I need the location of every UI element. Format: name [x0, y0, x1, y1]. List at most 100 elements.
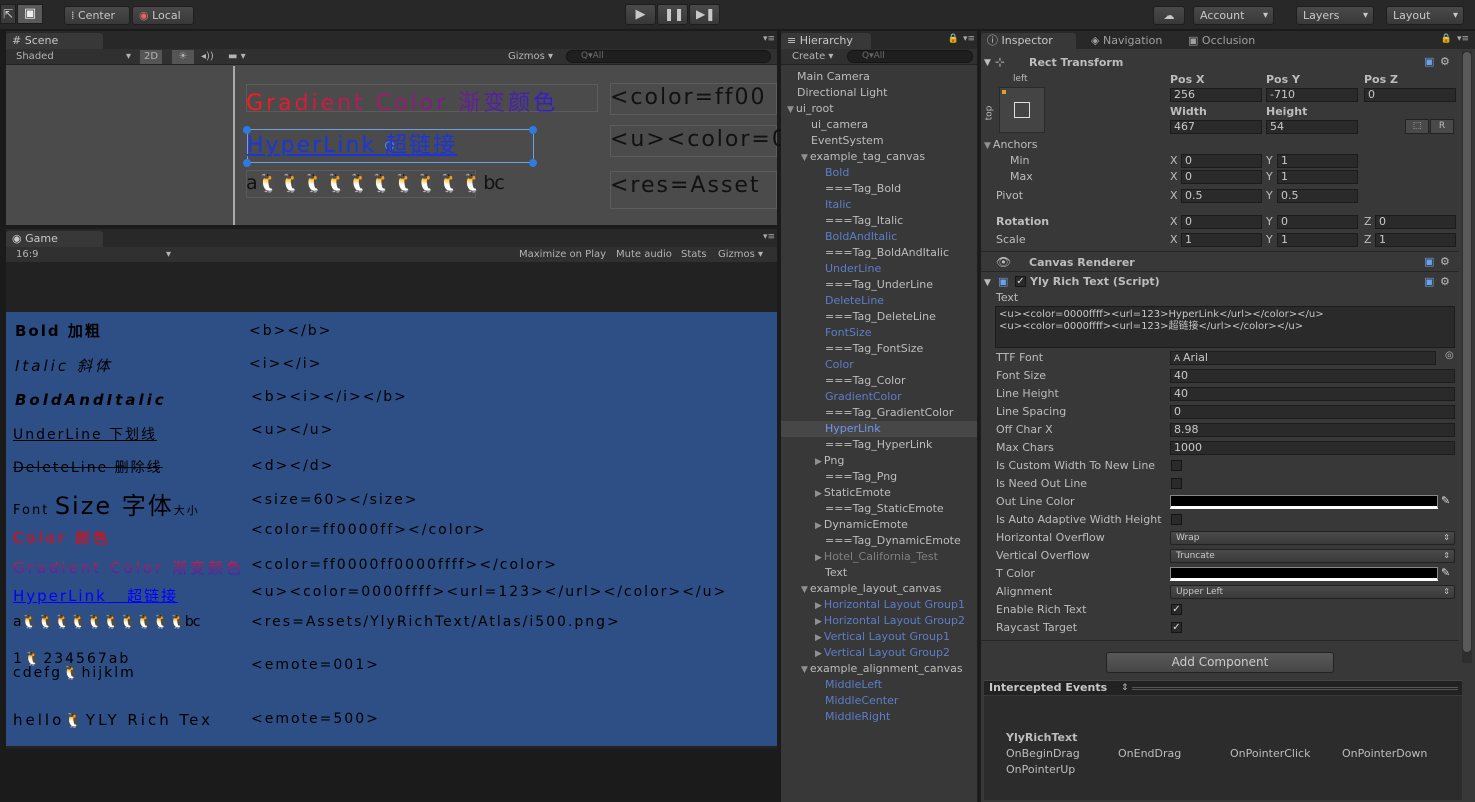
tab-game[interactable]: ◉ Game: [6, 231, 103, 247]
hierarchy-item[interactable]: MiddleLeft: [781, 677, 977, 693]
inspector-lock-icon[interactable]: 🔒: [1441, 34, 1452, 44]
hierarchy-item[interactable]: ===Tag_HyperLink: [781, 437, 977, 453]
hierarchy-item[interactable]: ▶ Horizontal Layout Group2: [781, 613, 977, 630]
help-icon[interactable]: ▣: [1424, 54, 1434, 70]
panel-menu-icon[interactable]: ▾≡: [763, 34, 775, 44]
rect-tool-icon[interactable]: ▣: [17, 4, 43, 24]
hierarchy-item[interactable]: ===Tag_Bold: [781, 181, 977, 197]
hierarchy-item[interactable]: ▶ Horizontal Layout Group1: [781, 597, 977, 614]
hierarchy-item[interactable]: Main Camera: [781, 69, 977, 85]
hierarchy-item[interactable]: FontSize: [781, 325, 977, 341]
script-help-icon[interactable]: ▣: [1424, 274, 1434, 290]
hierarchy-item[interactable]: ===Tag_GradientColor: [781, 405, 977, 421]
hierarchy-item[interactable]: DeleteLine: [781, 293, 977, 309]
collapse-arrow-icon[interactable]: ▶: [815, 601, 822, 611]
script-fold-icon[interactable]: ▼: [984, 275, 991, 291]
mute-audio-toggle[interactable]: Mute audio: [616, 247, 672, 263]
hierarchy-item[interactable]: ===Tag_Italic: [781, 213, 977, 229]
hierarchy-item[interactable]: ▶ Vertical Layout Group1: [781, 629, 977, 646]
add-component-button[interactable]: Add Component: [1106, 652, 1334, 673]
scrollbar-thumb[interactable]: [1463, 52, 1471, 652]
text-area[interactable]: <u><color=0000ffff><url=123>HyperLink</u…: [995, 306, 1455, 348]
game-gizmos-dropdown[interactable]: Gizmos ▾: [718, 247, 763, 263]
property-field[interactable]: 40: [1170, 369, 1455, 383]
property-select[interactable]: Truncate ⇕: [1170, 549, 1455, 563]
property-checkbox[interactable]: [1171, 514, 1182, 525]
collapse-arrow-icon[interactable]: ▶: [815, 553, 822, 563]
hierarchy-item[interactable]: ▼ example_layout_canvas: [781, 581, 977, 598]
maximize-on-play-toggle[interactable]: Maximize on Play: [519, 247, 606, 263]
hierarchy-item[interactable]: ▼ example_tag_canvas: [781, 149, 977, 166]
rotation-z-field[interactable]: 0: [1375, 215, 1456, 229]
hierarchy-item[interactable]: Italic: [781, 197, 977, 213]
hierarchy-item[interactable]: ▶ Hotel_California_Test: [781, 549, 977, 566]
scale-x-field[interactable]: 1: [1181, 233, 1262, 247]
hierarchy-item[interactable]: Color: [781, 357, 977, 373]
eyedropper-icon[interactable]: ✎: [1441, 566, 1450, 579]
hierarchy-item[interactable]: ===Tag_DynamicEmote: [781, 533, 977, 549]
hierarchy-item[interactable]: UnderLine: [781, 261, 977, 277]
hierarchy-item[interactable]: ▼ example_alignment_canvas: [781, 661, 977, 678]
stats-toggle[interactable]: Stats: [681, 247, 707, 263]
pause-button[interactable]: ❚❚: [657, 4, 688, 25]
step-button[interactable]: ▶❚: [689, 4, 720, 25]
hierarchy-item[interactable]: ▶ Png: [781, 453, 977, 470]
posz-field[interactable]: 0: [1364, 88, 1456, 102]
property-field[interactable]: 8.98: [1170, 423, 1455, 437]
canvas-renderer-gear-icon[interactable]: ⚙: [1440, 254, 1450, 270]
raw-edit-button[interactable]: R: [1430, 119, 1454, 134]
property-field[interactable]: 40: [1170, 387, 1455, 401]
hierarchy-item[interactable]: ui_camera: [781, 117, 977, 133]
hierarchy-item[interactable]: MiddleRight: [781, 709, 977, 725]
collapse-arrow-icon[interactable]: ▶: [815, 617, 822, 627]
property-color-field[interactable]: [1170, 495, 1438, 509]
row-hyperlink-b[interactable]: 超链接: [127, 587, 178, 605]
hierarchy-item[interactable]: ▶ StaticEmote: [781, 485, 977, 502]
object-picker-icon[interactable]: ◎: [1445, 350, 1454, 361]
hierarchy-item[interactable]: ===Tag_Color: [781, 373, 977, 389]
hierarchy-item[interactable]: HyperLink: [781, 421, 977, 437]
collapse-arrow-icon[interactable]: ▶: [815, 521, 822, 531]
inspector-scrollbar[interactable]: [1462, 51, 1472, 663]
hierarchy-item[interactable]: ===Tag_BoldAndItalic: [781, 245, 977, 261]
create-dropdown[interactable]: Create ▾: [792, 49, 833, 65]
posx-field[interactable]: 256: [1170, 88, 1262, 102]
anchor-max-x-field[interactable]: 0: [1181, 170, 1262, 184]
hierarchy-item[interactable]: Directional Light: [781, 85, 977, 101]
effects-dropdown-icon[interactable]: ▬ ▾: [228, 49, 246, 65]
posy-field[interactable]: -710: [1266, 88, 1358, 102]
anchors-label[interactable]: ▼ Anchors: [984, 137, 1037, 154]
property-checkbox[interactable]: ✓: [1171, 622, 1182, 633]
row-hyperlink-a[interactable]: HyperLink: [13, 587, 107, 605]
shading-dropdown[interactable]: Shaded ▾: [16, 49, 131, 65]
pivot-local-button[interactable]: ◉ Local: [132, 6, 194, 25]
rect-fold-icon[interactable]: ▼: [984, 55, 991, 71]
hierarchy-item[interactable]: EventSystem: [781, 133, 977, 149]
anchor-presets-button[interactable]: [999, 87, 1045, 133]
scale-y-field[interactable]: 1: [1277, 233, 1358, 247]
property-field[interactable]: 0: [1170, 405, 1455, 419]
expand-arrow-icon[interactable]: ▼: [787, 105, 794, 115]
hierarchy-menu-icon[interactable]: ▾≡: [963, 34, 975, 44]
hierarchy-item[interactable]: ▶ Vertical Layout Group2: [781, 645, 977, 662]
blueprint-button[interactable]: ⬚: [1405, 119, 1429, 134]
hierarchy-item[interactable]: BoldAndItalic: [781, 229, 977, 245]
lock-icon[interactable]: 🔒: [948, 34, 959, 44]
account-dropdown[interactable]: Account: [1193, 6, 1274, 25]
collapse-arrow-icon[interactable]: ▶: [815, 457, 822, 467]
intercepted-header[interactable]: Intercepted Events ⇕: [984, 680, 1462, 695]
expand-arrow-icon[interactable]: ▼: [801, 585, 808, 595]
light-toggle-icon[interactable]: ☀: [172, 50, 194, 64]
rect-handle-bl[interactable]: [243, 159, 251, 167]
rect-handle-br[interactable]: [529, 159, 537, 167]
tab-inspector[interactable]: ⓘ Inspector: [981, 33, 1076, 49]
aspect-dropdown[interactable]: 16:9 ▾: [16, 247, 171, 263]
audio-toggle-icon[interactable]: ◂)): [201, 49, 214, 65]
hierarchy-item[interactable]: Bold: [781, 165, 977, 181]
font-object-field[interactable]: A Arial: [1170, 351, 1436, 365]
scene-gizmos-dropdown[interactable]: Gizmos ▾: [508, 49, 553, 65]
scene-search-input[interactable]: Q▾All: [566, 50, 771, 63]
tab-scene[interactable]: # Scene: [6, 33, 103, 49]
anchor-min-y-field[interactable]: 1: [1277, 154, 1358, 168]
anchor-min-x-field[interactable]: 0: [1181, 154, 1262, 168]
